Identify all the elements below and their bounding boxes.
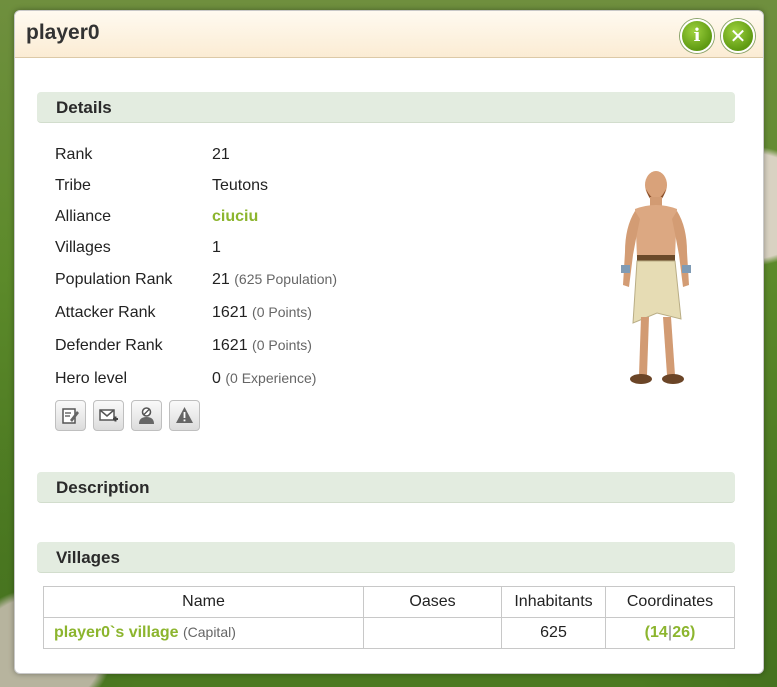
description-heading: Description bbox=[56, 478, 150, 497]
village-coordinates-link[interactable]: (14|26) bbox=[605, 617, 735, 649]
defender-rank-number: 1621 bbox=[212, 337, 248, 354]
villages-value: 1 bbox=[212, 239, 221, 256]
village-inhabitants-cell: 625 bbox=[501, 617, 606, 649]
rank-value: 21 bbox=[212, 146, 230, 163]
send-message-button[interactable] bbox=[93, 400, 124, 431]
edit-note-icon bbox=[62, 408, 79, 424]
population-rank-label: Population Rank bbox=[55, 271, 173, 288]
player-profile-window: player0 i ✕ Details Rank 21 Tribe Teuton… bbox=[14, 10, 764, 674]
hero-level-number: 0 bbox=[212, 370, 221, 387]
villages-table: Name Oases Inhabitants Coordinates playe… bbox=[43, 586, 735, 649]
attacker-rank-value: 1621 (0 Points) bbox=[212, 304, 312, 322]
player-profile-button[interactable] bbox=[131, 400, 162, 431]
details-heading: Details bbox=[56, 98, 112, 117]
village-link[interactable]: player0`s village bbox=[54, 624, 179, 641]
villages-heading: Villages bbox=[56, 548, 120, 567]
info-button[interactable]: i bbox=[680, 19, 714, 53]
description-section-header: Description bbox=[37, 472, 735, 503]
send-message-icon bbox=[99, 409, 118, 422]
village-name-cell: player0`s village (Capital) bbox=[43, 617, 364, 649]
player-profile-icon bbox=[139, 407, 154, 424]
edit-note-button[interactable] bbox=[55, 400, 86, 431]
defender-rank-value: 1621 (0 Points) bbox=[212, 337, 312, 355]
column-name: Name bbox=[43, 586, 364, 618]
population-rank-number: 21 bbox=[212, 271, 230, 288]
alliance-label: Alliance bbox=[55, 208, 112, 225]
tribe-value: Teutons bbox=[212, 177, 269, 194]
capital-tag: (Capital) bbox=[182, 624, 236, 640]
hero-image bbox=[621, 171, 691, 384]
column-coordinates: Coordinates bbox=[605, 586, 735, 618]
report-icon bbox=[176, 407, 193, 423]
report-button[interactable] bbox=[169, 400, 200, 431]
villages-label: Villages bbox=[55, 239, 111, 256]
population-rank-value: 21 (625 Population) bbox=[212, 271, 337, 289]
hero-level-label: Hero level bbox=[55, 370, 128, 387]
coord-y: 26 bbox=[672, 624, 691, 641]
column-inhabitants: Inhabitants bbox=[501, 586, 606, 618]
close-button[interactable]: ✕ bbox=[721, 19, 755, 53]
column-oases: Oases bbox=[363, 586, 502, 618]
table-row: player0`s village (Capital) 625 (14|26) bbox=[43, 617, 735, 649]
population-count: (625 Population) bbox=[234, 271, 337, 287]
coord-x: 14 bbox=[649, 624, 668, 641]
hero-experience: (0 Experience) bbox=[225, 370, 317, 386]
attacker-points: (0 Points) bbox=[252, 304, 312, 320]
attacker-rank-number: 1621 bbox=[212, 304, 248, 321]
window-title: player0 bbox=[26, 21, 100, 44]
attacker-rank-label: Attacker Rank bbox=[55, 304, 156, 321]
defender-rank-label: Defender Rank bbox=[55, 337, 163, 354]
hero-level-value: 0 (0 Experience) bbox=[212, 370, 316, 388]
tribe-label: Tribe bbox=[55, 177, 91, 194]
rank-label: Rank bbox=[55, 146, 93, 163]
villages-section-header: Villages bbox=[37, 542, 735, 573]
alliance-link[interactable]: ciuciu bbox=[212, 208, 258, 226]
window-titlebar: player0 i ✕ bbox=[15, 11, 763, 58]
defender-points: (0 Points) bbox=[252, 337, 312, 353]
details-section-header: Details bbox=[37, 92, 735, 123]
villages-table-header: Name Oases Inhabitants Coordinates bbox=[43, 586, 735, 618]
village-oases-cell bbox=[363, 617, 502, 649]
